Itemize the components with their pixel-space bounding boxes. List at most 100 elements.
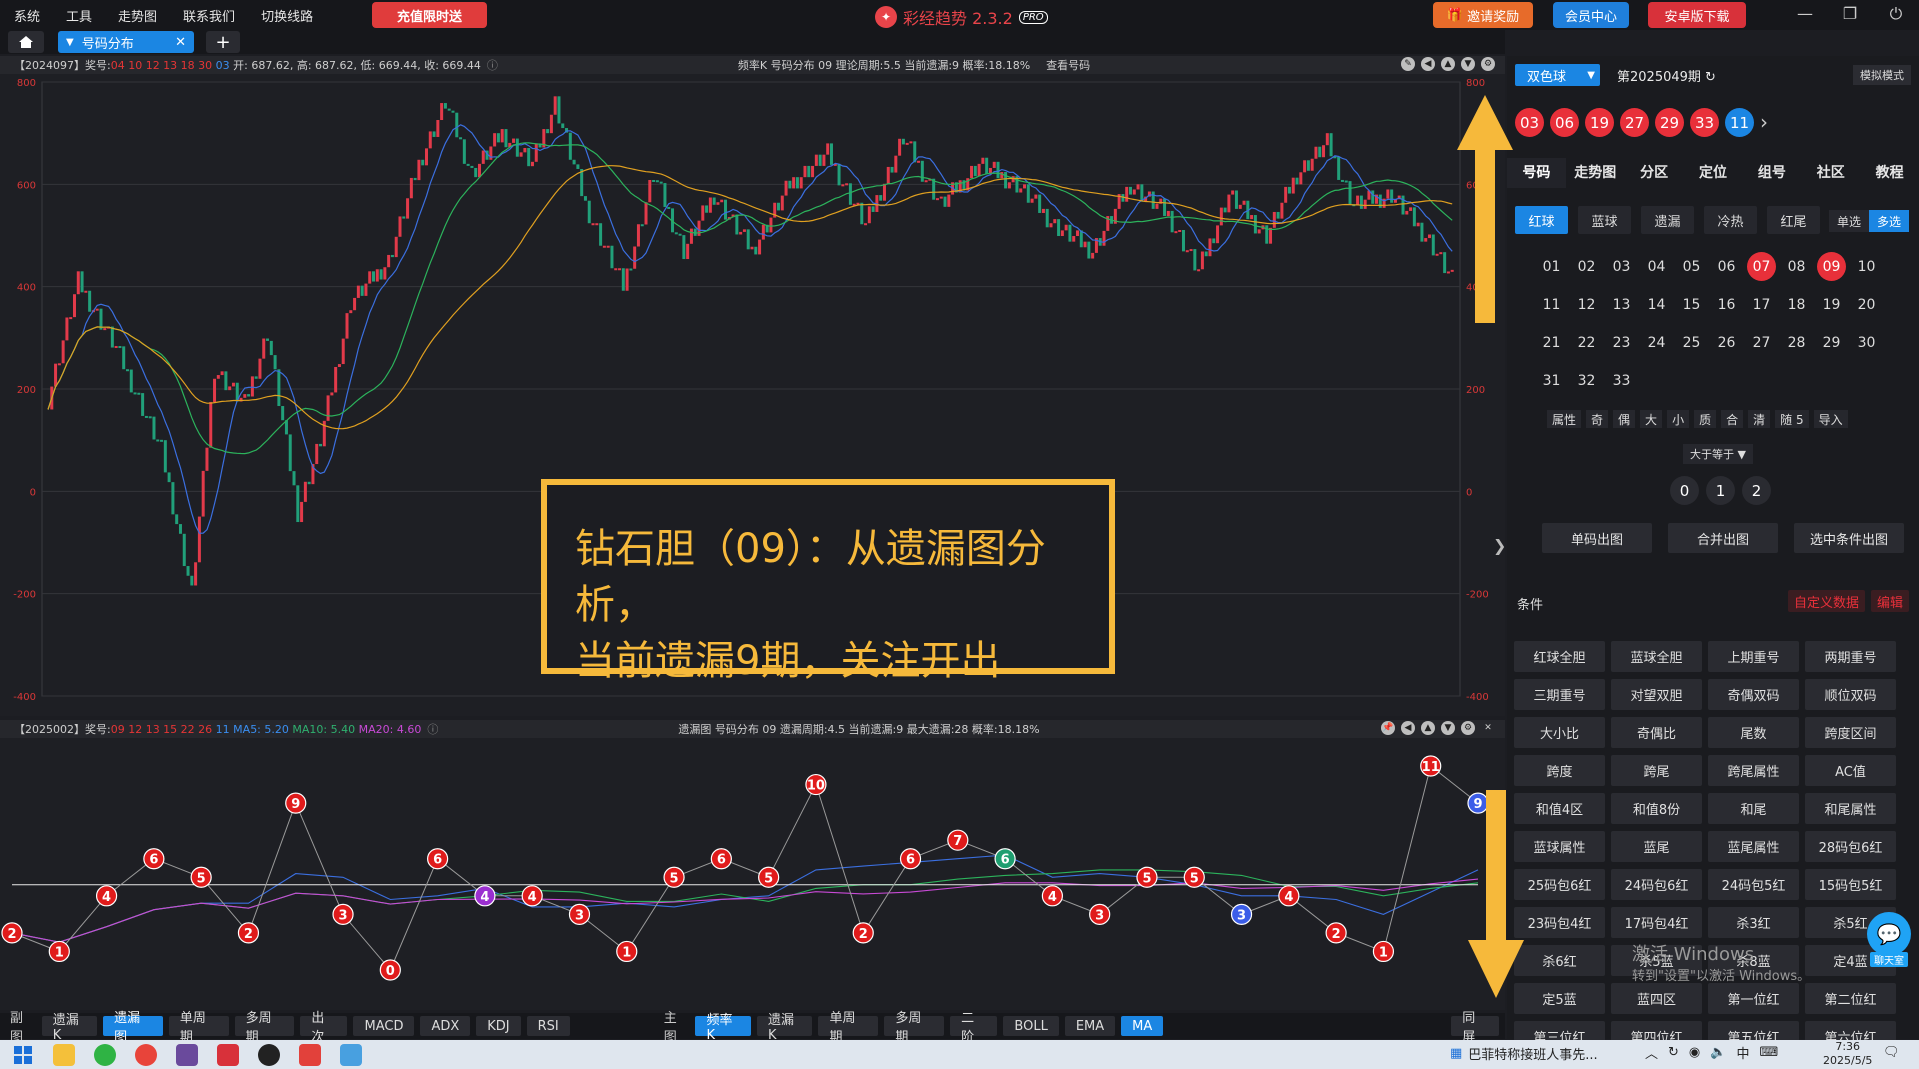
condition-button[interactable]: 25码包6红	[1514, 869, 1605, 900]
chat-room-button[interactable]: 💬 聊天室	[1865, 912, 1913, 972]
nav-tab-1[interactable]: 走势图	[1566, 158, 1625, 188]
number-ball[interactable]: 03	[1607, 252, 1636, 281]
wps-icon[interactable]	[299, 1043, 321, 1066]
number-ball[interactable]: 01	[1537, 252, 1566, 281]
condition-button[interactable]: 蓝四区	[1611, 983, 1702, 1014]
main-indicator-button[interactable]: 单周期	[818, 1011, 879, 1045]
tab-number-distribution[interactable]: ▼ 号码分布 ✕	[58, 31, 194, 53]
number-ball[interactable]: 21	[1537, 328, 1566, 357]
condition-button[interactable]: 顺位双码	[1805, 679, 1896, 710]
main-indicator-button[interactable]: 遗漏K	[756, 1013, 813, 1043]
condition-button[interactable]: 23码包4红	[1514, 907, 1605, 938]
main-indicator-button[interactable]: 二阶	[950, 1011, 998, 1045]
chart-output-button[interactable]: 合并出图	[1668, 523, 1778, 553]
condition-button[interactable]: 跨度	[1514, 755, 1605, 786]
caijing-app-icon[interactable]	[217, 1043, 239, 1066]
sync-screen-button[interactable]: 同屏	[1451, 1011, 1499, 1045]
network-icon[interactable]: ◉	[1689, 1045, 1700, 1060]
number-ball[interactable]: 23	[1607, 328, 1636, 357]
number-ball[interactable]: 12	[1572, 290, 1601, 319]
chart-output-button[interactable]: 选中条件出图	[1794, 523, 1904, 553]
number-ball[interactable]: 10	[1852, 252, 1881, 281]
condition-button[interactable]: 大小比	[1514, 717, 1605, 748]
add-tab-button[interactable]: +	[206, 31, 240, 53]
news-widget[interactable]: ▦ 巴菲特称接班人事先...	[1450, 1044, 1598, 1063]
attribute-chip[interactable]: 大	[1640, 410, 1663, 428]
notification-icon[interactable]: 🗨	[1883, 1045, 1900, 1060]
settings-icon[interactable]: ⚙	[1461, 721, 1475, 735]
android-download-button[interactable]: 安卓版下载	[1648, 2, 1746, 28]
main-indicator-button[interactable]: 多周期	[884, 1011, 945, 1045]
attribute-chip[interactable]: 随 5	[1775, 410, 1809, 428]
help-icon[interactable]: ⓘ	[427, 721, 438, 737]
sub-indicator-button[interactable]: ADX	[420, 1016, 471, 1036]
ball-tab-2[interactable]: 遗漏	[1641, 206, 1694, 234]
condition-button[interactable]: 两期重号	[1805, 641, 1896, 672]
app-icon[interactable]	[176, 1043, 198, 1066]
ime-indicator[interactable]: 中	[1736, 1043, 1749, 1062]
condition-button[interactable]: 第二位红	[1805, 983, 1896, 1014]
number-ball[interactable]: 17	[1747, 290, 1776, 319]
number-ball[interactable]: 22	[1572, 328, 1601, 357]
number-ball[interactable]: 27	[1747, 328, 1776, 357]
qq-icon[interactable]	[258, 1043, 280, 1066]
condition-button[interactable]: 蓝尾属性	[1708, 831, 1799, 862]
number-ball[interactable]: 19	[1817, 290, 1846, 319]
condition-button[interactable]: AC值	[1805, 755, 1896, 786]
notepad-icon[interactable]	[340, 1043, 362, 1066]
chevron-up-icon[interactable]: ︿	[1645, 1043, 1658, 1062]
main-indicator-button[interactable]: 频率K	[695, 1013, 751, 1043]
condition-button[interactable]: 24码包5红	[1708, 869, 1799, 900]
condition-button[interactable]: 蓝球属性	[1514, 831, 1605, 862]
ball-tab-1[interactable]: 蓝球	[1578, 206, 1631, 234]
volume-icon[interactable]: 🔈	[1710, 1045, 1726, 1060]
attribute-chip[interactable]: 清	[1748, 410, 1771, 428]
ball-tab-4[interactable]: 红尾	[1767, 206, 1820, 234]
compare-select[interactable]: 大于等于 ▼	[1683, 444, 1753, 464]
condition-button[interactable]: 蓝尾	[1611, 831, 1702, 862]
condition-button[interactable]: 奇偶比	[1611, 717, 1702, 748]
collapse-icon[interactable]: ◀	[1421, 57, 1435, 71]
chart-output-button[interactable]: 单码出图	[1542, 523, 1652, 553]
recharge-promo-button[interactable]: 充值限时送	[372, 2, 487, 28]
single-select-tab[interactable]: 单选	[1829, 210, 1869, 232]
pin-icon[interactable]: 📌	[1381, 721, 1395, 735]
condition-button[interactable]: 跨尾	[1611, 755, 1702, 786]
number-ball[interactable]: 09	[1817, 252, 1846, 281]
main-indicator-button[interactable]: BOLL	[1003, 1016, 1059, 1036]
arrow-up-icon[interactable]: ▲	[1421, 721, 1435, 735]
sub-indicator-button[interactable]: MACD	[353, 1016, 415, 1036]
restore-icon[interactable]: ❐	[1839, 4, 1861, 26]
sub-indicator-button[interactable]: 遗漏K	[41, 1013, 98, 1043]
ball-tab-0[interactable]: 红球	[1515, 206, 1568, 234]
condition-button[interactable]: 跨度区间	[1805, 717, 1896, 748]
condition-button[interactable]: 蓝球全胆	[1611, 641, 1702, 672]
ball-tab-3[interactable]: 冷热	[1704, 206, 1757, 234]
arrow-down-icon[interactable]: ▼	[1441, 721, 1455, 735]
number-ball[interactable]: 26	[1712, 328, 1741, 357]
attribute-chip[interactable]: 属性	[1547, 410, 1582, 428]
condition-button[interactable]: 三期重号	[1514, 679, 1605, 710]
condition-button[interactable]: 和尾	[1708, 793, 1799, 824]
number-ball[interactable]: 11	[1537, 290, 1566, 319]
count-option[interactable]: 1	[1706, 476, 1735, 505]
nav-tab-2[interactable]: 分区	[1625, 158, 1684, 188]
condition-button[interactable]: 杀6红	[1514, 945, 1605, 976]
lottery-select[interactable]: 双色球 ▼	[1515, 64, 1600, 86]
power-icon[interactable]: ⏻	[1885, 4, 1907, 26]
number-ball[interactable]: 06	[1712, 252, 1741, 281]
number-ball[interactable]: 05	[1677, 252, 1706, 281]
help-icon[interactable]: ⓘ	[487, 57, 498, 73]
number-ball[interactable]: 31	[1537, 366, 1566, 395]
nav-tab-5[interactable]: 社区	[1801, 158, 1860, 188]
condition-button[interactable]: 和值8份	[1611, 793, 1702, 824]
number-ball[interactable]: 07	[1747, 252, 1776, 281]
close-icon[interactable]: ✕	[175, 35, 186, 50]
invite-reward-button[interactable]: 🎁 邀请奖励	[1433, 2, 1533, 28]
refresh-icon[interactable]: ↻	[1705, 70, 1716, 85]
condition-button[interactable]: 和尾属性	[1805, 793, 1896, 824]
member-center-button[interactable]: 会员中心	[1553, 2, 1629, 28]
number-ball[interactable]: 04	[1642, 252, 1671, 281]
custom-data-button[interactable]: 自定义数据	[1787, 590, 1865, 612]
collapse-icon[interactable]: ◀	[1401, 721, 1415, 735]
